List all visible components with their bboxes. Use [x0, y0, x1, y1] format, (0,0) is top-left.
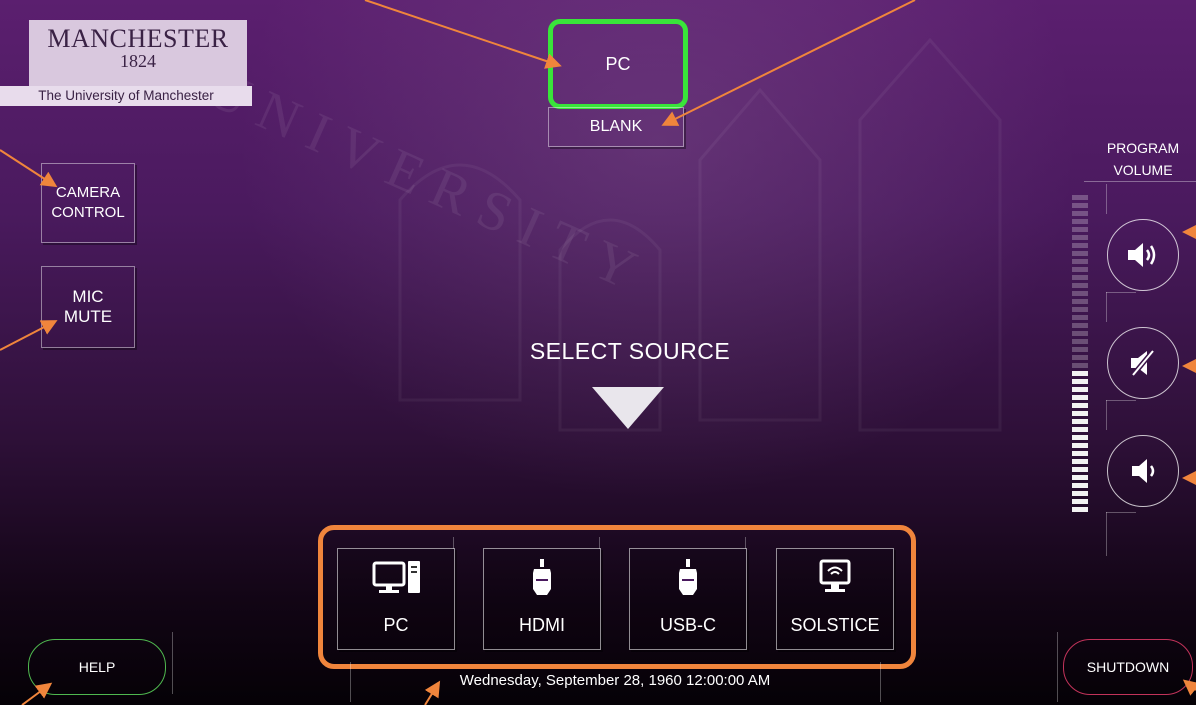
volume-meter-segment — [1072, 491, 1088, 496]
volume-meter-segment — [1072, 347, 1088, 352]
volume-meter-segment — [1072, 355, 1088, 360]
volume-meter-segment — [1072, 267, 1088, 272]
divider — [1084, 181, 1196, 182]
volume-meter-segment — [1072, 443, 1088, 448]
source-tile-pc[interactable]: PC — [337, 548, 455, 650]
program-volume-label: PROGRAM VOLUME — [1090, 137, 1196, 181]
volume-meter-segment — [1072, 211, 1088, 216]
volume-meter-segment — [1072, 283, 1088, 288]
logo-name: MANCHESTER — [47, 24, 229, 53]
volume-meter-segment — [1072, 275, 1088, 280]
wireless-display-icon — [777, 557, 893, 601]
university-logo: MANCHESTER 1824 The University of Manche… — [0, 14, 252, 106]
volume-up-button[interactable] — [1107, 219, 1179, 291]
volume-meter-segment — [1072, 419, 1088, 424]
divider — [172, 632, 173, 694]
volume-up-icon — [1128, 243, 1156, 267]
volume-meter-segment — [1072, 435, 1088, 440]
volume-meter-segment — [1072, 411, 1088, 416]
mic-label-line1: MIC — [72, 287, 104, 306]
volume-meter-segment — [1072, 243, 1088, 248]
volume-meter-segment — [1072, 475, 1088, 480]
logo-year: 1824 — [120, 51, 156, 71]
volume-meter-segment — [1072, 235, 1088, 240]
current-source-button[interactable]: PC — [548, 19, 688, 109]
volume-meter-segment — [1072, 323, 1088, 328]
volume-meter-segment — [1072, 227, 1088, 232]
shutdown-label: SHUTDOWN — [1086, 659, 1170, 675]
down-arrow-icon — [592, 387, 664, 429]
volume-meter-segment — [1072, 299, 1088, 304]
volume-meter-segment — [1072, 251, 1088, 256]
camera-label-line2: CONTROL — [51, 204, 125, 221]
source-label: PC — [383, 615, 409, 635]
volume-meter-segment — [1072, 315, 1088, 320]
volume-label-line2: VOLUME — [1113, 162, 1173, 178]
mic-label-line2: MUTE — [63, 307, 113, 326]
volume-mute-button[interactable] — [1107, 327, 1179, 399]
volume-meter-segment — [1072, 379, 1088, 384]
mic-mute-button[interactable]: MIC MUTE — [41, 266, 135, 348]
help-button[interactable]: HELP — [28, 639, 166, 695]
divider — [1106, 184, 1107, 214]
volume-meter-segment — [1072, 307, 1088, 312]
volume-meter-segment — [1072, 459, 1088, 464]
volume-meter-segment — [1072, 259, 1088, 264]
blank-button[interactable]: BLANK — [548, 107, 684, 147]
divider — [880, 662, 881, 702]
logo-subtitle: The University of Manchester — [0, 86, 252, 106]
volume-down-icon — [1132, 459, 1155, 483]
volume-down-button[interactable] — [1107, 435, 1179, 507]
volume-meter-segment — [1072, 331, 1088, 336]
volume-meter-segment — [1072, 371, 1088, 376]
volume-meter-segment — [1072, 339, 1088, 344]
volume-meter-segment — [1072, 363, 1088, 368]
camera-label-line1: CAMERA — [55, 184, 121, 201]
volume-label-line1: PROGRAM — [1106, 140, 1180, 156]
divider — [1106, 400, 1136, 401]
logo-box: MANCHESTER 1824 — [29, 20, 247, 86]
volume-mute-icon — [1131, 349, 1155, 377]
source-tile-solstice[interactable]: SOLSTICE — [776, 548, 894, 650]
divider — [1106, 400, 1107, 430]
source-label: SOLSTICE — [790, 615, 880, 635]
camera-control-button[interactable]: CAMERA CONTROL — [41, 163, 135, 243]
help-label: HELP — [78, 659, 116, 675]
volume-meter-segment — [1072, 219, 1088, 224]
volume-meter-segment — [1072, 427, 1088, 432]
date-time-display: Wednesday, September 28, 1960 12:00:00 A… — [459, 672, 771, 689]
source-label: USB-C — [659, 615, 716, 635]
volume-meter-segment — [1072, 451, 1088, 456]
volume-meter-segment — [1072, 467, 1088, 472]
blank-label: BLANK — [589, 118, 643, 135]
divider — [1106, 512, 1107, 556]
divider — [1057, 632, 1058, 702]
hdmi-plug-icon — [484, 557, 600, 601]
current-source-label: PC — [605, 54, 631, 74]
volume-level-meter — [1072, 195, 1088, 515]
source-tile-usb-c[interactable]: USB-C — [629, 548, 747, 650]
shutdown-button[interactable]: SHUTDOWN — [1063, 639, 1193, 695]
select-source-label: SELECT SOURCE — [529, 338, 731, 364]
divider — [1106, 292, 1107, 322]
divider — [1106, 512, 1136, 513]
volume-meter-segment — [1072, 507, 1088, 512]
computer-icon — [338, 557, 454, 601]
volume-meter-segment — [1072, 195, 1088, 200]
source-tile-hdmi[interactable]: HDMI — [483, 548, 601, 650]
volume-meter-segment — [1072, 387, 1088, 392]
volume-meter-segment — [1072, 203, 1088, 208]
source-label: HDMI — [519, 615, 565, 635]
volume-meter-segment — [1072, 291, 1088, 296]
usb-c-plug-icon — [630, 557, 746, 601]
volume-meter-segment — [1072, 395, 1088, 400]
volume-meter-segment — [1072, 499, 1088, 504]
divider — [1106, 292, 1136, 293]
volume-meter-segment — [1072, 403, 1088, 408]
volume-meter-segment — [1072, 483, 1088, 488]
